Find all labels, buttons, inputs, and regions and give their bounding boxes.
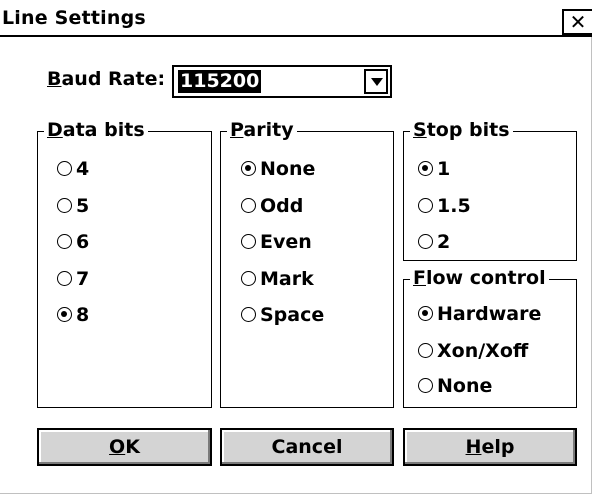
radio-icon — [57, 234, 72, 249]
radio-icon — [57, 271, 72, 286]
data-bits-label: Data bits — [44, 119, 148, 141]
data-bits-radio-8[interactable]: 8 — [57, 304, 89, 326]
baud-rate-value[interactable]: 115200 — [178, 70, 262, 93]
flow-control-radio-none[interactable]: None — [418, 375, 492, 397]
parity-radio-space[interactable]: Space — [241, 304, 324, 326]
cancel-button[interactable]: Cancel — [220, 428, 394, 466]
data-bits-group: Data bits 4 5 6 7 8 — [37, 119, 212, 408]
baud-rate-combobox[interactable]: 115200 — [172, 65, 392, 98]
parity-radio-even[interactable]: Even — [241, 231, 312, 253]
radio-icon — [418, 378, 433, 393]
line-settings-dialog: Line Settings ✕ Baud Rate: 115200 Data b… — [0, 0, 592, 494]
radio-selected-icon — [418, 161, 433, 176]
baud-rate-label: Baud Rate: — [47, 68, 166, 90]
radio-icon — [241, 307, 256, 322]
flow-control-radio-hardware[interactable]: Hardware — [418, 303, 541, 325]
flow-control-label: Flow control — [410, 267, 549, 289]
parity-radio-none[interactable]: None — [241, 158, 315, 180]
radio-icon — [418, 343, 433, 358]
help-button[interactable]: Help — [403, 428, 577, 466]
parity-radio-odd[interactable]: Odd — [241, 195, 303, 217]
title-bar: Line Settings ✕ — [0, 0, 592, 37]
parity-label: Parity — [227, 119, 297, 141]
close-button[interactable]: ✕ — [562, 9, 592, 35]
flow-control-group: Flow control Hardware Xon/Xoff None — [403, 267, 577, 408]
parity-group: Parity None Odd Even Mark Space — [220, 119, 394, 408]
data-bits-radio-7[interactable]: 7 — [57, 268, 89, 290]
radio-icon — [241, 198, 256, 213]
close-icon: ✕ — [569, 10, 587, 34]
radio-icon — [418, 198, 433, 213]
stop-bits-label: Stop bits — [410, 119, 513, 141]
radio-selected-icon — [57, 307, 72, 322]
data-bits-radio-4[interactable]: 4 — [57, 158, 89, 180]
stop-bits-group: Stop bits 1 1.5 2 — [403, 119, 577, 261]
radio-icon — [241, 271, 256, 286]
chevron-down-icon[interactable] — [364, 69, 388, 94]
data-bits-radio-5[interactable]: 5 — [57, 195, 89, 217]
radio-selected-icon — [418, 306, 433, 321]
radio-icon — [57, 198, 72, 213]
window-title: Line Settings — [2, 7, 146, 29]
stop-bits-radio-2[interactable]: 2 — [418, 231, 450, 253]
stop-bits-radio-1[interactable]: 1 — [418, 158, 450, 180]
radio-icon — [241, 234, 256, 249]
data-bits-radio-6[interactable]: 6 — [57, 231, 89, 253]
radio-icon — [57, 161, 72, 176]
parity-radio-mark[interactable]: Mark — [241, 268, 314, 290]
flow-control-radio-xon-xoff[interactable]: Xon/Xoff — [418, 340, 528, 362]
stop-bits-radio-1-5[interactable]: 1.5 — [418, 195, 471, 217]
radio-icon — [418, 234, 433, 249]
ok-button[interactable]: OK — [37, 428, 212, 466]
radio-selected-icon — [241, 161, 256, 176]
